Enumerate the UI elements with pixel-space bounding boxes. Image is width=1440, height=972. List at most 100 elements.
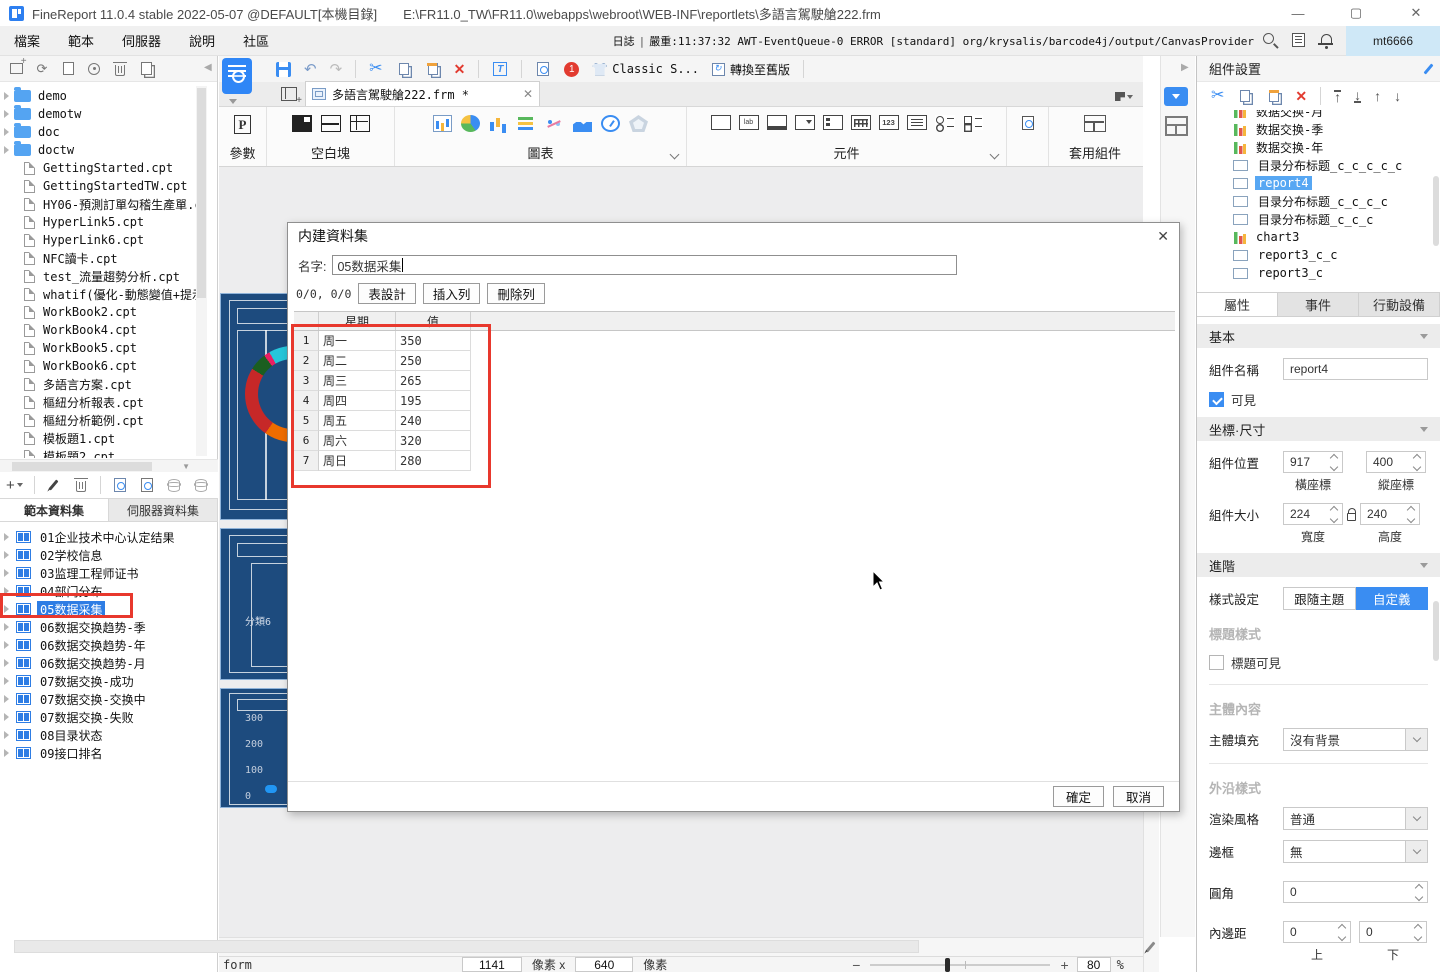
insert-row-button[interactable]: 插入列 <box>422 283 481 304</box>
search-replace-button[interactable]: T <box>492 61 508 77</box>
layout-grid-icon[interactable] <box>1165 116 1188 136</box>
component-tree-item[interactable]: 目录分布标题_c_c_c <box>1233 210 1440 228</box>
middle-block[interactable]: 分類6 <box>220 528 289 680</box>
preview-button[interactable] <box>535 61 551 77</box>
table-design-button[interactable]: 表設計 <box>358 283 416 304</box>
day-cell[interactable]: 周日 <box>319 451 396 471</box>
value-cell[interactable]: 280 <box>396 451 471 471</box>
file-item[interactable]: 樞紐分析範例.cpt <box>0 411 196 429</box>
height-spinner[interactable]: 240 <box>1360 503 1420 525</box>
widget-preview-button[interactable] <box>1020 115 1036 131</box>
panel-scrollbar-thumb[interactable] <box>1433 601 1439 661</box>
component-tree-item[interactable]: 数据交换-年 <box>1233 138 1440 156</box>
label-widget-button[interactable] <box>738 115 759 130</box>
menu-item[interactable]: 伺服器 <box>108 26 175 56</box>
table-row[interactable]: 4 周四 195 <box>294 391 1175 411</box>
property-tab[interactable]: 屬性 <box>1197 293 1278 316</box>
component-tree-item[interactable]: report3_c <box>1233 264 1440 282</box>
zoom-value-input[interactable]: 80 <box>1076 957 1111 972</box>
textfield-widget-button[interactable] <box>710 115 731 130</box>
locale-dropdown-button[interactable] <box>1115 92 1133 101</box>
delete-component-button[interactable]: ✕ <box>1295 89 1307 103</box>
delete-row-button[interactable]: 刪除列 <box>487 283 545 304</box>
menu-item[interactable]: 社區 <box>229 26 283 56</box>
y-position-spinner[interactable]: 400 <box>1366 451 1426 473</box>
zoom-slider[interactable] <box>870 957 1051 972</box>
combo-chart-button[interactable] <box>433 115 452 132</box>
delete-dataset-button[interactable] <box>73 477 89 493</box>
expand-icon[interactable] <box>4 695 9 703</box>
coordinate-section-header[interactable]: 坐標·尺寸 <box>1197 417 1440 441</box>
day-cell[interactable]: 周一 <box>319 331 396 351</box>
component-list-toggle-button[interactable] <box>1164 87 1188 106</box>
dataset-item[interactable]: 09接口排名 <box>0 744 218 762</box>
padding-bottom-spinner[interactable]: 0 <box>1359 921 1427 943</box>
dataset-item[interactable]: 04部门分布 <box>0 582 218 600</box>
apply-component-button[interactable] <box>1084 115 1106 132</box>
dataset-tab[interactable]: 伺服器資料集 <box>109 499 218 521</box>
column-header[interactable]: 星期 <box>319 312 396 330</box>
dataset-item[interactable]: 07数据交换-成功 <box>0 672 218 690</box>
move-up-button[interactable]: ↑ <box>1374 88 1381 104</box>
component-tree-item[interactable]: 目录分布标题_c_c_c_c_c <box>1233 156 1440 174</box>
form-design-surface[interactable]: 分類6 300 200 100 0 <box>220 293 289 808</box>
folder-item[interactable]: demo <box>0 87 196 105</box>
hscrollbar-thumb[interactable] <box>14 940 919 953</box>
cut-button[interactable]: ✂ <box>369 61 382 77</box>
edit-connection-button[interactable] <box>139 477 155 493</box>
expand-icon[interactable] <box>4 659 9 667</box>
radio-widget-button[interactable] <box>934 115 955 130</box>
scatter-chart-button[interactable] <box>545 115 564 132</box>
area-chart-button[interactable] <box>573 117 592 132</box>
value-cell[interactable]: 265 <box>396 371 471 391</box>
expand-icon[interactable] <box>4 749 9 757</box>
delete-template-button[interactable] <box>112 61 128 77</box>
expand-icon[interactable] <box>4 128 9 136</box>
chart-more-icon[interactable] <box>669 149 680 160</box>
tree-scrollbar-thumb[interactable] <box>1433 176 1439 246</box>
dataset-item[interactable]: 08目录状态 <box>0 726 218 744</box>
expand-icon[interactable] <box>4 533 9 541</box>
paste-button[interactable] <box>425 61 441 77</box>
property-tab[interactable]: 事件 <box>1278 293 1359 316</box>
basic-section-header[interactable]: 基本 <box>1197 324 1440 348</box>
column-header[interactable]: 值 <box>396 312 471 330</box>
table-row[interactable]: 2 周二 250 <box>294 351 1175 371</box>
component-tree-item[interactable]: report4 <box>1233 174 1440 192</box>
expand-icon[interactable] <box>4 731 9 739</box>
custom-style-option[interactable]: 自定義 <box>1355 587 1428 610</box>
value-cell[interactable]: 240 <box>396 411 471 431</box>
dataset-item[interactable]: 02学校信息 <box>0 546 218 564</box>
hscrollbar-thumb[interactable] <box>12 462 152 471</box>
feedback-button[interactable] <box>1288 30 1310 52</box>
file-item[interactable]: GettingStartedTW.cpt <box>0 177 196 195</box>
delete-button[interactable]: ✕ <box>454 62 466 76</box>
table-row[interactable]: 1 周一 350 <box>294 331 1175 351</box>
menu-item[interactable]: 檔案 <box>0 26 54 56</box>
expand-icon[interactable] <box>4 569 9 577</box>
maximize-button[interactable]: ▢ <box>1336 0 1376 26</box>
notification-button[interactable] <box>1316 30 1338 52</box>
paste-component-button[interactable] <box>1266 88 1282 104</box>
zoom-slider-handle[interactable] <box>945 957 951 972</box>
folder-item[interactable]: doc <box>0 123 196 141</box>
widget-more-icon[interactable] <box>989 149 1000 160</box>
file-item[interactable]: GettingStarted.cpt <box>0 159 196 177</box>
table-row[interactable]: 3 周三 265 <box>294 371 1175 391</box>
expand-icon[interactable] <box>4 605 9 613</box>
padding-top-spinner[interactable]: 0 <box>1283 921 1351 943</box>
axis-block[interactable]: 300 200 100 0 <box>220 688 289 808</box>
combobox-widget-button[interactable] <box>794 115 815 130</box>
search-button[interactable] <box>1260 30 1282 52</box>
table-row[interactable]: 6 周六 320 <box>294 431 1175 451</box>
file-item[interactable]: WorkBook4.cpt <box>0 321 196 339</box>
scroll-down-icon[interactable]: ▼ <box>182 462 190 471</box>
dataset-item[interactable]: 06数据交换趋势-季 <box>0 618 218 636</box>
dataset-name-input[interactable]: 05数据采集 <box>332 255 958 275</box>
dataset-item[interactable]: 07数据交换-失败 <box>0 708 218 726</box>
component-tree-item[interactable]: 数据交换-季 <box>1233 120 1440 138</box>
file-item[interactable]: 模板題1.cpt <box>0 429 196 447</box>
dataset-tab[interactable]: 範本資料集 <box>0 499 109 521</box>
follow-theme-option[interactable]: 跟隨主題 <box>1283 587 1356 610</box>
dataset-item[interactable]: 01企业技术中心认定结果 <box>0 528 218 546</box>
